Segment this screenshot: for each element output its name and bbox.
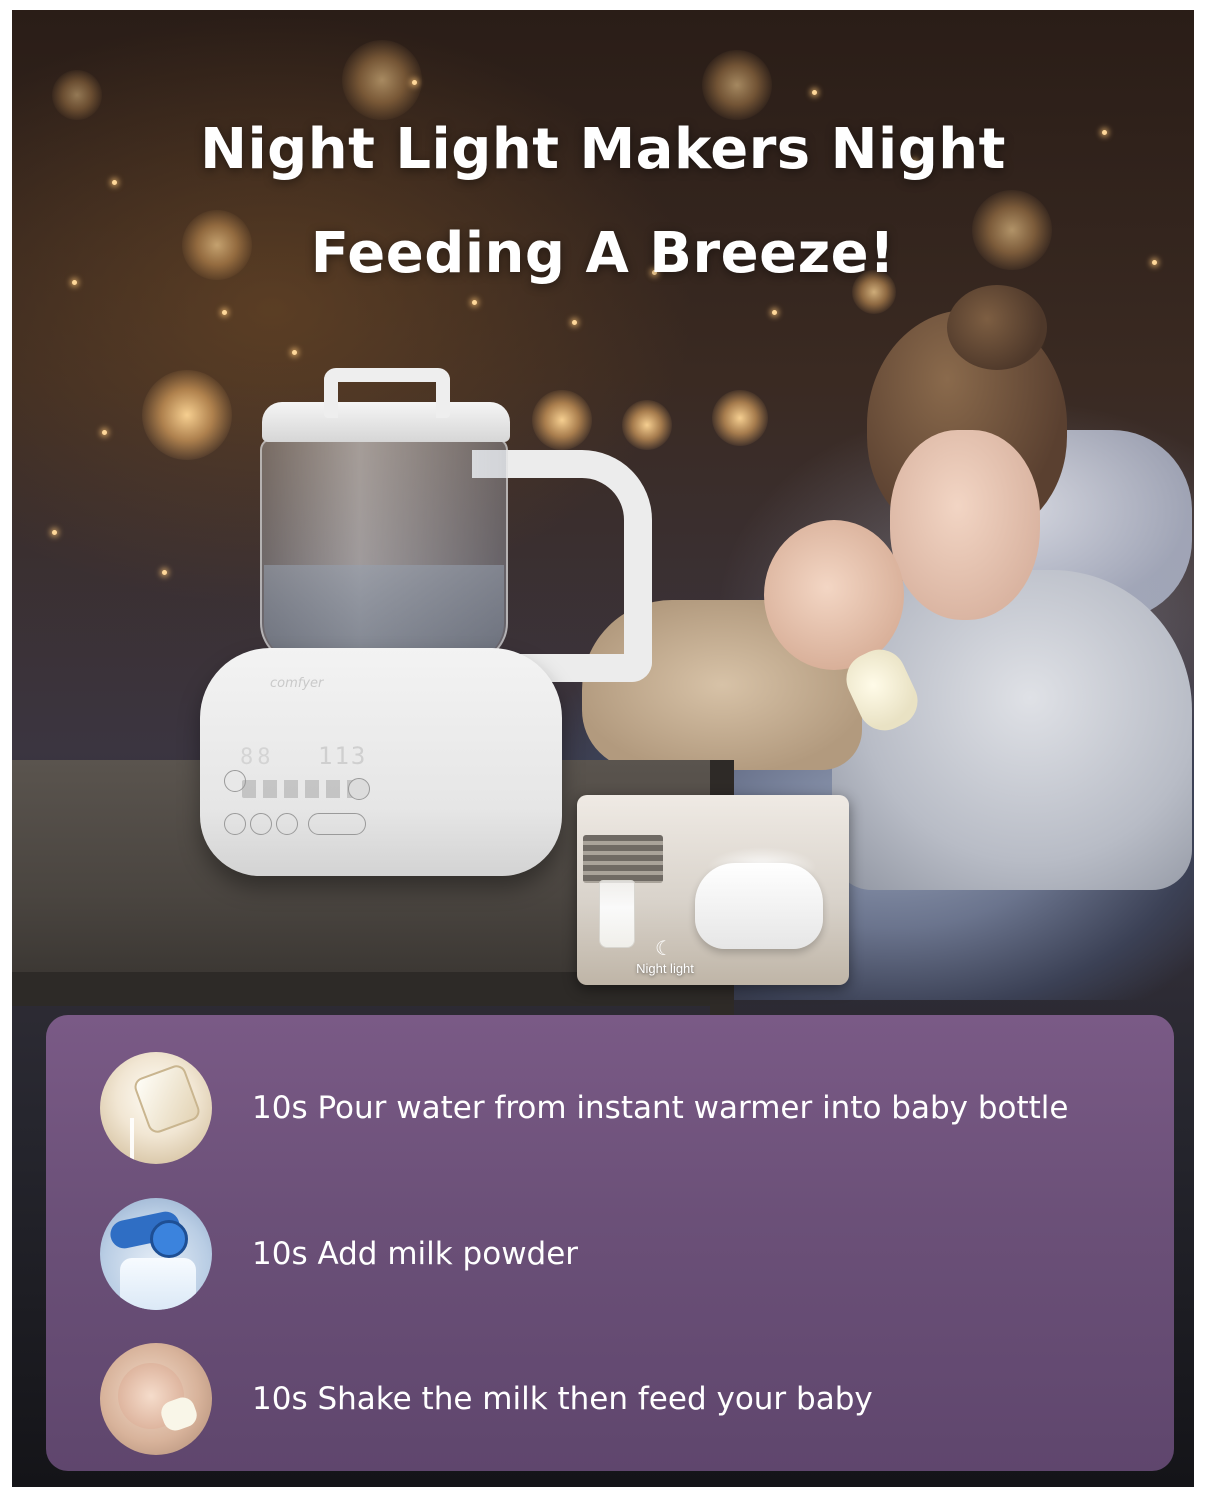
books bbox=[583, 835, 663, 883]
headline-line-2: Feeding A Breeze! bbox=[310, 221, 896, 286]
kettle-base-glowing bbox=[695, 863, 823, 949]
step-2: 10s Add milk powder bbox=[100, 1198, 1140, 1310]
steps-panel: 10s Pour water from instant warmer into … bbox=[46, 1015, 1174, 1471]
lid-handle bbox=[324, 368, 450, 418]
brand-logo: comfyer bbox=[270, 676, 324, 691]
step-1-text: 10s Pour water from instant warmer into … bbox=[252, 1090, 1069, 1126]
sparkle bbox=[572, 320, 577, 325]
step-3-text: 10s Shake the milk then feed your baby bbox=[252, 1381, 873, 1417]
milk-glass bbox=[599, 880, 635, 948]
headline-line-1: Night Light Makers Night bbox=[200, 117, 1006, 182]
hero-scene: comfyer 88 113 ☾ Night light Night Light… bbox=[12, 10, 1194, 1487]
step-1: 10s Pour water from instant warmer into … bbox=[100, 1052, 1140, 1164]
night-light-icon: ☾ bbox=[655, 936, 673, 960]
mini-kettle bbox=[131, 1062, 203, 1136]
mode-m-button bbox=[348, 778, 370, 800]
pouring-kettle-photo bbox=[100, 1052, 212, 1164]
bokeh-light bbox=[142, 370, 232, 460]
night-light-inset: ☾ Night light bbox=[577, 795, 849, 985]
baby-head bbox=[764, 520, 904, 670]
milk-powder-scoop-photo bbox=[100, 1198, 212, 1310]
sparkle bbox=[812, 90, 817, 95]
jug-water bbox=[264, 565, 504, 661]
headline: Night Light Makers Night Feeding A Breez… bbox=[12, 98, 1194, 306]
preset-temp-display: 113 bbox=[318, 742, 368, 770]
water-stream bbox=[130, 1118, 134, 1164]
button-3 bbox=[276, 813, 298, 835]
sparkle bbox=[222, 310, 227, 315]
baby-feeding-photo bbox=[100, 1343, 212, 1455]
sparkle bbox=[292, 350, 297, 355]
power-button bbox=[224, 770, 246, 792]
step-2-text: 10s Add milk powder bbox=[252, 1236, 579, 1272]
mother-face bbox=[890, 430, 1040, 620]
bokeh-light bbox=[712, 390, 768, 446]
sparkle bbox=[412, 80, 417, 85]
sparkle bbox=[52, 530, 57, 535]
sparkle bbox=[772, 310, 777, 315]
mode-labels bbox=[242, 780, 362, 798]
mini-bottle bbox=[120, 1258, 196, 1310]
button-1 bbox=[224, 813, 246, 835]
scoop-cup bbox=[150, 1220, 188, 1258]
step-3: 10s Shake the milk then feed your baby bbox=[100, 1343, 1140, 1455]
night-light-label: Night light bbox=[636, 961, 694, 976]
button-2 bbox=[250, 813, 272, 835]
sparkle bbox=[102, 430, 107, 435]
sparkle bbox=[162, 570, 167, 575]
light-button bbox=[308, 813, 366, 835]
